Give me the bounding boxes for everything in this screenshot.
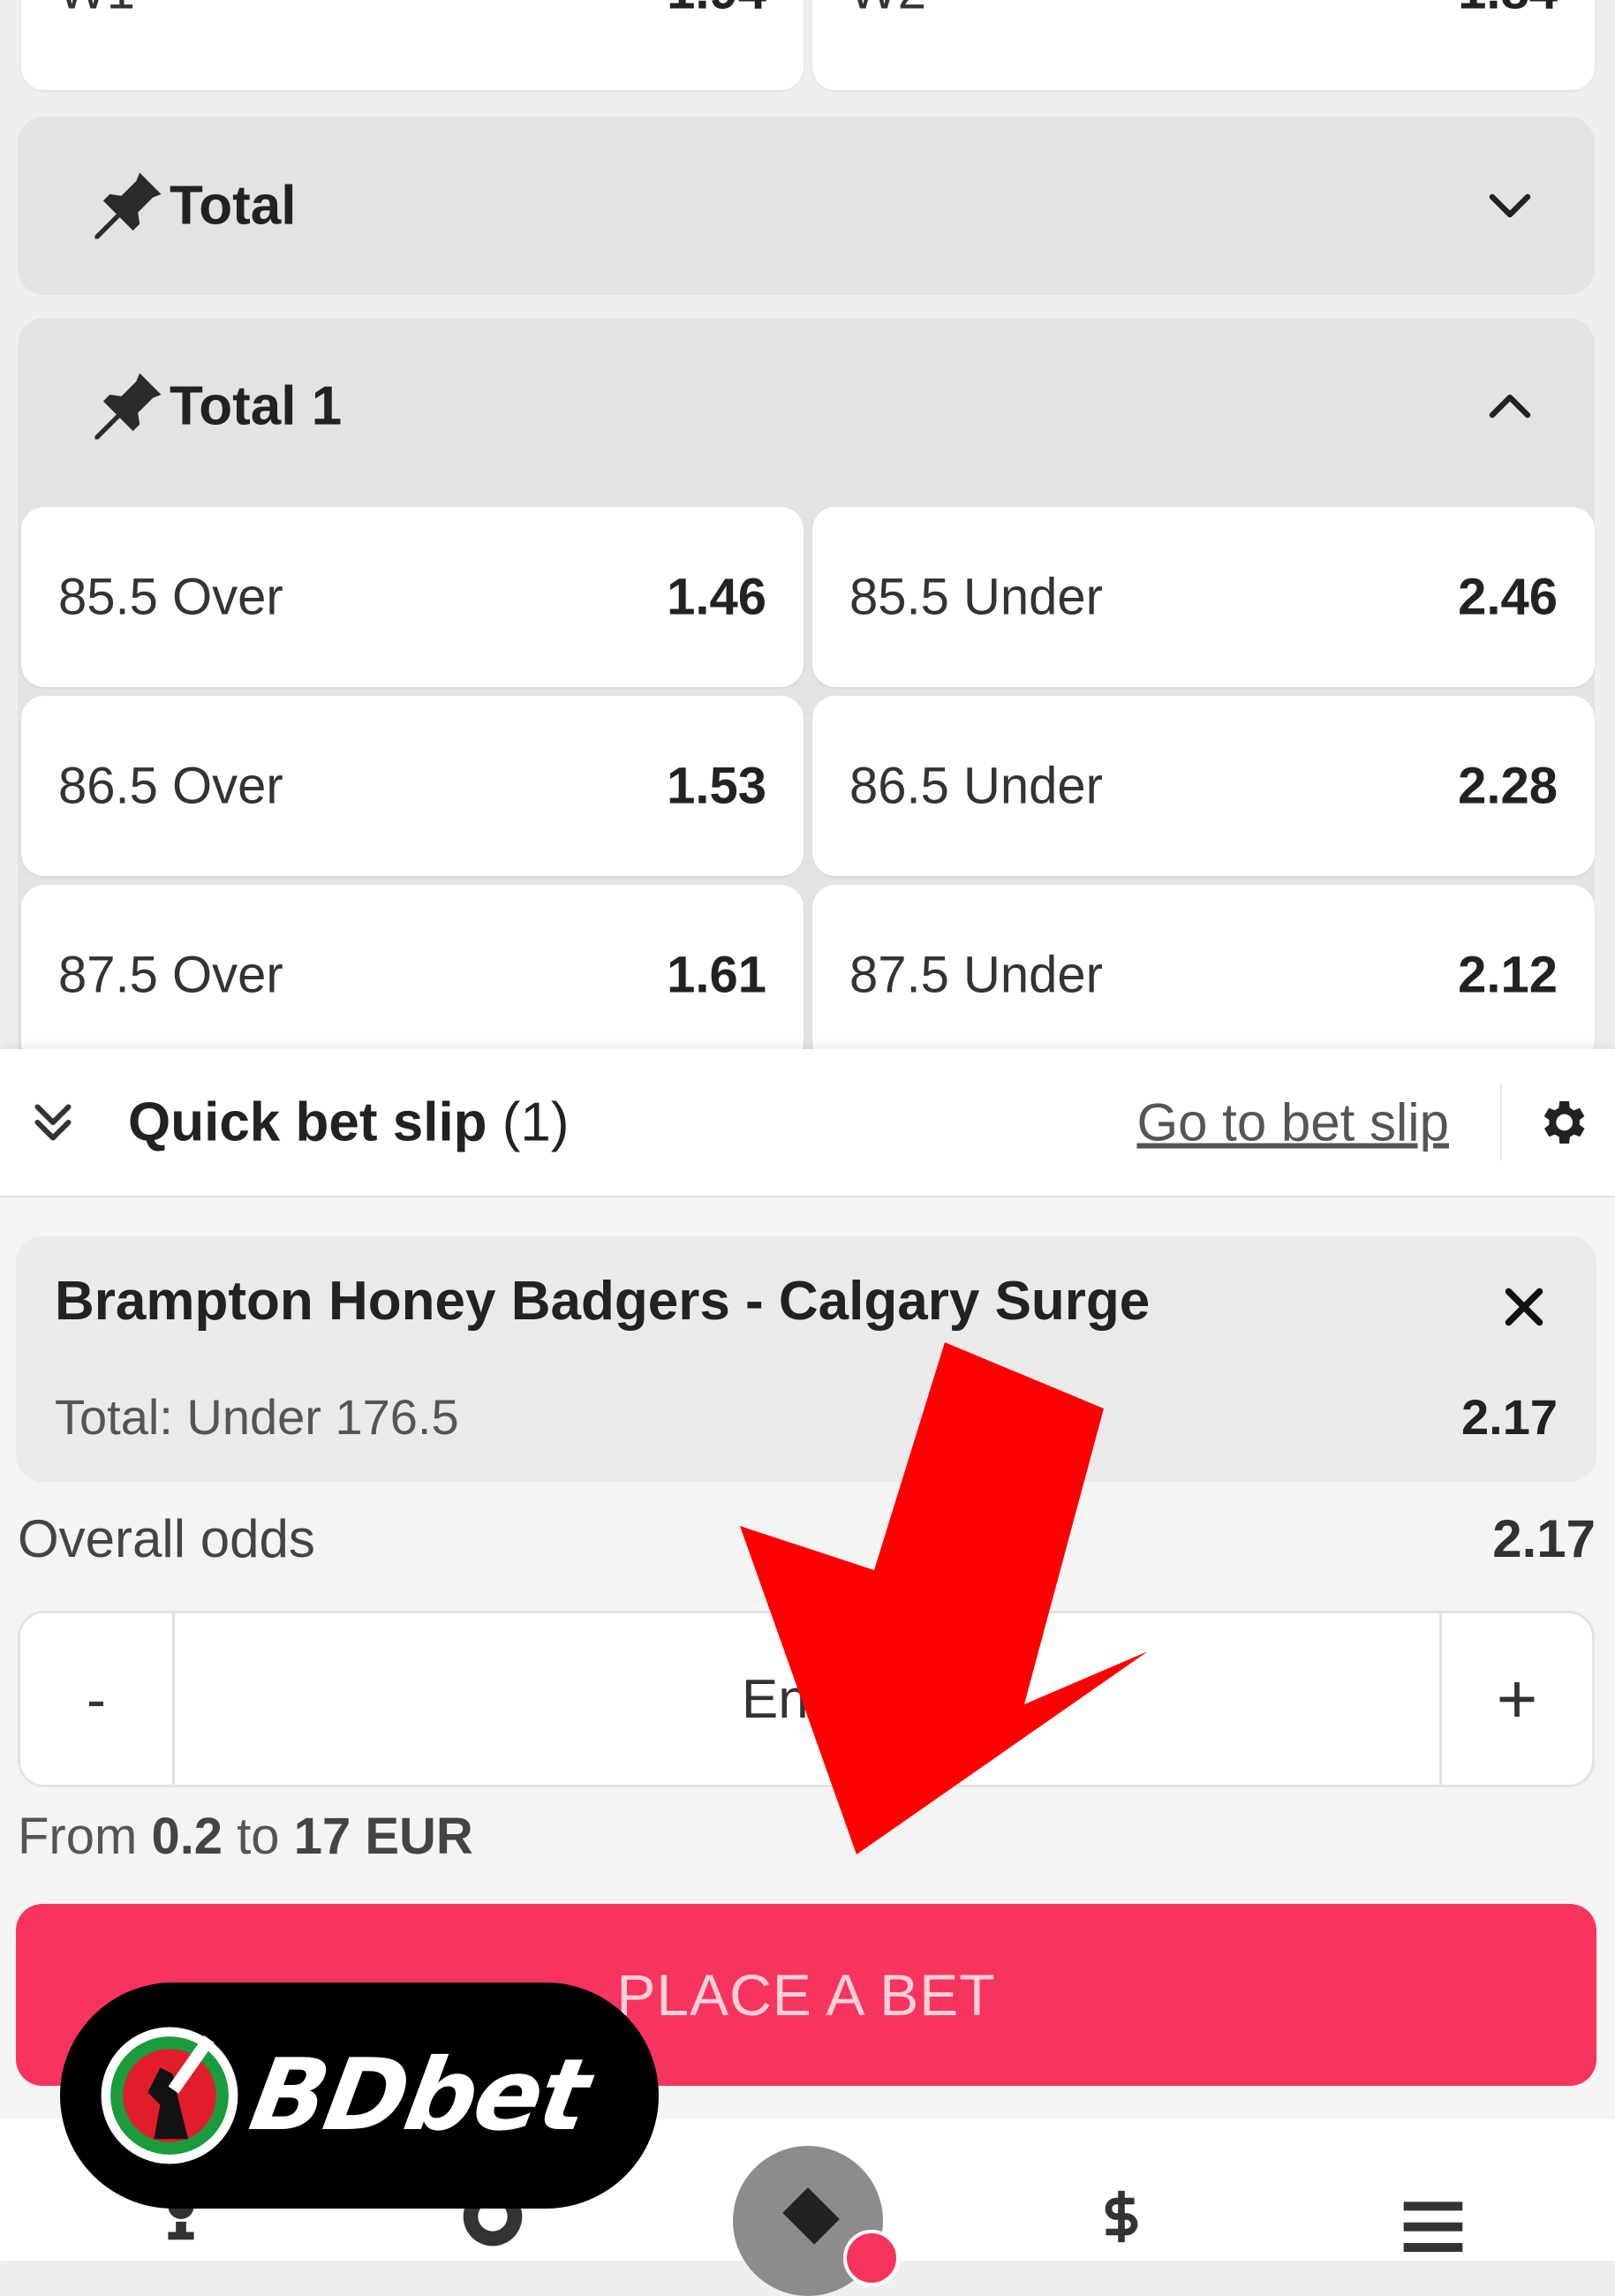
double-chevron-down-icon[interactable]	[26, 1096, 79, 1149]
odd-button-under[interactable]: 87.5 Under 2.12	[812, 885, 1595, 1065]
odd-label: W1	[58, 0, 135, 21]
pin-icon	[94, 373, 162, 440]
ticket-icon	[782, 2187, 840, 2245]
odd-value: 1.46	[667, 568, 766, 626]
menu-icon[interactable]	[1393, 2190, 1473, 2261]
odd-button-under[interactable]: 85.5 Under 2.46	[812, 507, 1595, 687]
dollar-icon[interactable]	[1091, 2172, 1152, 2261]
divider	[1500, 1084, 1502, 1160]
market-title: Total	[170, 175, 297, 237]
go-to-bet-slip-link[interactable]: Go to bet slip	[1136, 1092, 1449, 1153]
bet-slip-title: Quick bet slip (1)	[128, 1091, 570, 1154]
odd-label: W2	[849, 0, 926, 21]
bet-slip-header: Quick bet slip (1) Go to bet slip	[0, 1049, 1615, 1197]
bet-slip-title-text: Quick bet slip	[128, 1091, 487, 1153]
pin-icon	[94, 172, 162, 239]
stake-decrease-button[interactable]: -	[20, 1613, 175, 1785]
odd-label: 85.5 Over	[58, 568, 283, 626]
bdbet-logo: BDbet	[60, 1983, 659, 2209]
odd-button-over[interactable]: 86.5 Over 1.53	[21, 696, 804, 876]
odd-value: 1.84	[1458, 0, 1558, 21]
odd-label: 87.5 Under	[849, 946, 1103, 1004]
odd-value: 2.28	[1458, 757, 1558, 815]
odd-button-under[interactable]: 86.5 Under 2.28	[812, 696, 1595, 876]
market-header-total-1[interactable]: Total 1	[18, 318, 1595, 495]
odd-value: 1.94	[667, 0, 766, 21]
market-header-total[interactable]: Total	[18, 117, 1595, 295]
overall-odds-label: Overall odds	[18, 1509, 315, 1568]
odd-label: 85.5 Under	[849, 568, 1103, 626]
range-max: 17 EUR	[293, 1808, 473, 1865]
event-market: Total: Under 176.5	[55, 1389, 459, 1445]
range-mid: to	[223, 1808, 294, 1865]
red-arrow-annotation	[740, 1342, 1148, 1854]
odd-label: 87.5 Over	[58, 946, 283, 1004]
cricket-emblem-icon	[101, 2027, 238, 2164]
bet-slip-count: (1)	[502, 1091, 570, 1153]
odd-label: 86.5 Under	[849, 757, 1103, 815]
odd-button-over[interactable]: 85.5 Over 1.46	[21, 507, 804, 687]
range-prefix: From	[18, 1808, 152, 1865]
odd-label: 86.5 Over	[58, 757, 283, 815]
odd-value: 1.53	[667, 757, 766, 815]
odd-value: 1.61	[667, 946, 766, 1004]
odd-value: 2.46	[1458, 568, 1558, 626]
gear-icon[interactable]	[1534, 1094, 1590, 1151]
event-odd: 2.17	[1461, 1389, 1558, 1445]
odd-button-w1[interactable]: W1 1.94	[21, 0, 804, 90]
stake-increase-button[interactable]: +	[1439, 1613, 1592, 1785]
overall-odds-value: 2.17	[1492, 1509, 1596, 1568]
odd-button-w2[interactable]: W2 1.84	[812, 0, 1595, 90]
odd-button-over[interactable]: 87.5 Over 1.61	[21, 885, 804, 1065]
stake-range: From 0.2 to 17 EUR	[18, 1807, 473, 1866]
notification-dot	[843, 2230, 900, 2286]
chevron-down-icon[interactable]	[1483, 179, 1536, 232]
chevron-up-icon[interactable]	[1483, 380, 1536, 433]
logo-text: BDbet	[242, 2038, 597, 2153]
market-title: Total 1	[170, 375, 343, 437]
odd-value: 2.12	[1458, 946, 1558, 1004]
close-icon[interactable]	[1498, 1280, 1551, 1333]
range-min: 0.2	[151, 1808, 223, 1865]
